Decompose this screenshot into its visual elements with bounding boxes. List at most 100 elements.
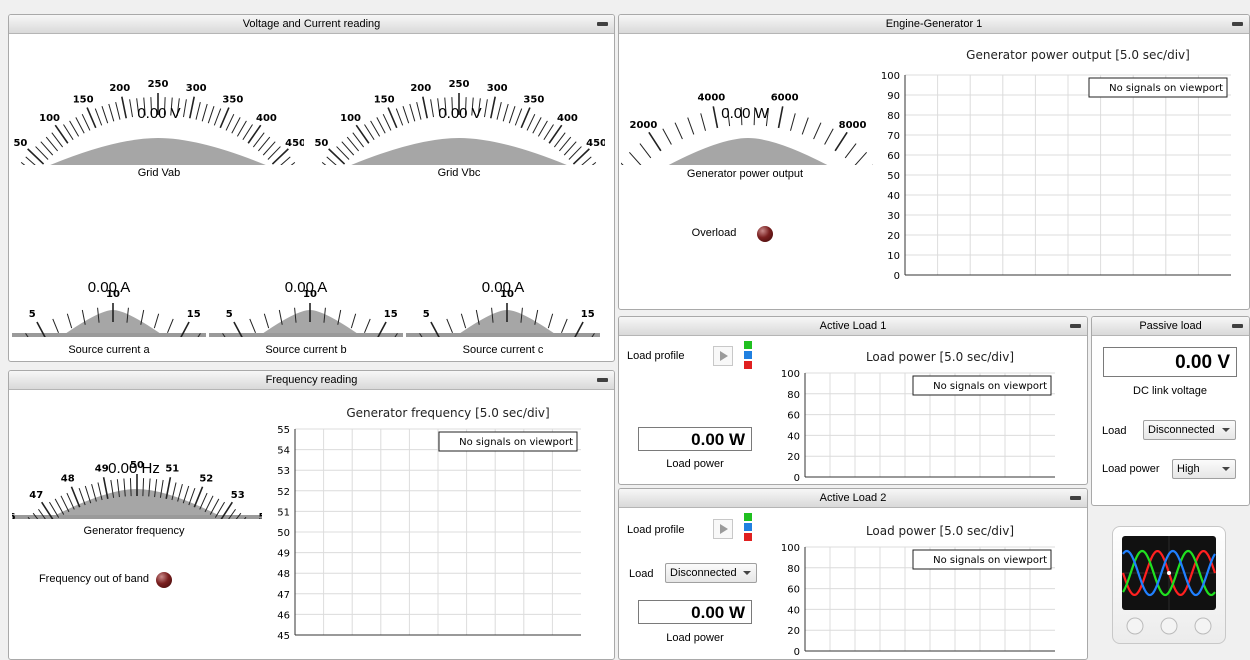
gauge-base [12, 333, 206, 337]
load-power-select[interactable]: High [1172, 459, 1236, 479]
gauge-major-tick [520, 107, 531, 129]
gauge-tick-label: 54 [259, 512, 262, 519]
gauge-generator-power: 0200040006000800010000 [621, 93, 873, 165]
panel-title: Active Load 1 [619, 317, 1087, 336]
gauge-tick-label: 400 [557, 113, 578, 124]
y-tick-label: 80 [887, 111, 900, 122]
gauge-minor-tick [543, 124, 554, 140]
chevron-down-icon [1222, 428, 1230, 432]
passive-load-select[interactable]: Disconnected [1143, 420, 1236, 440]
gauge-minor-tick [129, 478, 132, 497]
gauge-minor-tick [167, 318, 174, 333]
gauge-base [209, 333, 403, 337]
gauge-tick-label: 450 [285, 138, 304, 149]
generator-power-chart: Generator power output [5.0 sec/div]1009… [881, 48, 1231, 282]
y-tick-label: 70 [887, 131, 900, 142]
gauge-grid-vbc: 050100150200250300350400450500 [314, 79, 605, 165]
dc-link-voltage-label: DC link voltage [1133, 385, 1207, 397]
gauge-tick-label: 50 [13, 138, 27, 149]
active-load-2-panel: Active Load 2 Load profile Load Disconne… [618, 488, 1088, 660]
load-select[interactable]: Disconnected [665, 563, 757, 583]
gauge-minor-tick [508, 105, 516, 124]
play-button[interactable] [713, 519, 733, 539]
load-power-chart: Load power [5.0 sec/div] 100 80 60 40 20 0 No s… [781, 524, 1055, 658]
chart-title: Generator power output [5.0 sec/div] [966, 48, 1190, 62]
gauge-minor-tick [674, 122, 683, 140]
y-tick-label: 60 [787, 411, 800, 422]
frequency-out-of-band-lamp [156, 572, 172, 588]
gauge-value: 0.00 A [87, 279, 131, 296]
load-power-label: Load power [666, 458, 724, 470]
load-power-label: Load power [666, 632, 724, 644]
y-tick-label: 20 [887, 231, 900, 242]
panel-title: Active Load 2 [619, 489, 1087, 508]
gauge-minor-tick [402, 105, 410, 124]
gauge-minor-tick [236, 120, 247, 137]
minimize-button[interactable] [1070, 496, 1081, 500]
gauge-source-current-b: 05101520 [209, 289, 403, 337]
chart-title: Load power [5.0 sec/div] [866, 350, 1014, 364]
y-tick-label: 0 [794, 647, 800, 658]
gauge-generator-frequency: 4546474849505152535455 [12, 460, 262, 519]
gauge-hump [351, 138, 567, 165]
gauge-tick-label: 2000 [630, 120, 658, 131]
gauge-minor-tick [824, 128, 834, 145]
gauge-minor-tick [66, 492, 75, 510]
load-profile-label: Load profile [627, 524, 685, 536]
active-load-1-panel: Active Load 1 Load profile 0.00 W Load p… [618, 316, 1088, 485]
gauge-minor-tick [514, 108, 523, 126]
gauge-tick-label: 350 [523, 94, 544, 105]
gauge-tick-label: 5 [226, 309, 233, 320]
gauge-minor-tick [639, 143, 652, 159]
gauge-tick-label: 53 [231, 490, 245, 501]
gauge-value: 0.00 V [137, 105, 181, 122]
y-tick-label: 52 [277, 487, 290, 498]
y-tick-label: 10 [887, 251, 900, 262]
load-power-chart: Load power [5.0 sec/div] 100 80 60 40 20 0 No s… [781, 350, 1055, 484]
gauge-value: 0.00 Hz [108, 460, 160, 477]
chart-title: Generator frequency [5.0 sec/div] [346, 406, 549, 420]
load-label: Load [1102, 425, 1127, 437]
y-tick-label: 45 [277, 631, 290, 642]
gauge-tick-label: 250 [148, 79, 169, 90]
gauge-minor-tick [364, 318, 371, 333]
gauge-minor-tick [526, 113, 536, 131]
gauge-major-tick [834, 131, 848, 152]
gauge-value: 0.00 A [481, 279, 525, 296]
gauge-minor-tick [94, 108, 103, 126]
red-square-icon [744, 361, 752, 369]
gauge-minor-tick [207, 105, 215, 124]
gauge-minor-tick [558, 136, 572, 152]
gauge-minor-tick [662, 128, 672, 145]
gauge-minor-tick [621, 162, 624, 165]
minimize-button[interactable] [1232, 22, 1243, 26]
gauge-major-tick [387, 107, 398, 129]
minimize-button[interactable] [1070, 324, 1081, 328]
y-tick-label: 48 [277, 569, 290, 580]
gauge-hump [50, 138, 266, 165]
load-profile-label: Load profile [627, 350, 685, 362]
gauge-major-tick [328, 148, 346, 165]
y-tick-label: 30 [887, 211, 900, 222]
gauge-label: Generator frequency [83, 525, 185, 537]
gauge-minor-tick [45, 136, 59, 152]
load-label: Load [629, 568, 654, 580]
load-power-value: 0.00 W [638, 427, 752, 451]
play-button[interactable] [713, 346, 733, 366]
gauge-minor-tick [257, 136, 271, 152]
blue-square-icon [744, 351, 752, 359]
gauge-major-tick [70, 486, 81, 508]
chevron-down-icon [743, 571, 751, 575]
play-icon [720, 351, 728, 361]
gauge-minor-tick [81, 113, 91, 131]
minimize-button[interactable] [1232, 324, 1243, 328]
minimize-button[interactable] [597, 378, 608, 382]
oscilloscope-icon[interactable] [1112, 526, 1226, 644]
gauge-tick-label: 48 [61, 473, 75, 484]
gauge-tick-label: 5 [29, 309, 36, 320]
minimize-button[interactable] [597, 22, 608, 26]
gauge-minor-tick [370, 120, 381, 137]
green-square-icon [744, 513, 752, 521]
gauge-minor-tick [446, 318, 453, 333]
gauge-minor-tick [231, 117, 241, 134]
